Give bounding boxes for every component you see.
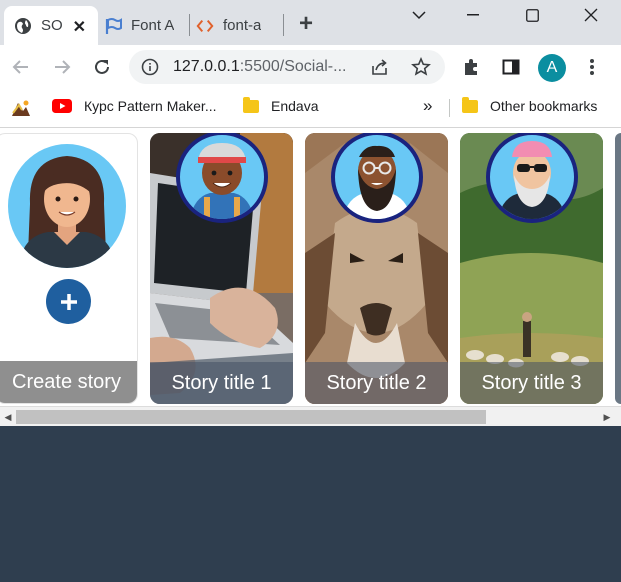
extensions-icon[interactable] (459, 55, 483, 79)
bookmark-star-icon[interactable] (411, 56, 431, 82)
flag-icon (104, 17, 122, 35)
tab-strip: SO ✕ Font A font-a + (0, 0, 621, 45)
story-title: Story title 1 (150, 362, 293, 404)
globe-icon (14, 17, 32, 35)
elder-man-avatar (486, 133, 578, 223)
back-arrow-icon[interactable] (9, 55, 33, 79)
apps-icon[interactable] (11, 99, 31, 122)
close-tab-icon[interactable]: ✕ (73, 17, 86, 37)
bookmarks-separator (449, 99, 450, 117)
url-text: 127.0.0.1:5500/Social-... (173, 58, 346, 76)
bookmark-label: Endava (271, 98, 319, 114)
url-path: :5500/Social-... (239, 58, 347, 75)
bearded-man-avatar (331, 133, 423, 223)
url-host: 127.0.0.1 (173, 58, 240, 75)
story-card[interactable]: Story title 1 (150, 133, 293, 404)
story-title: Story title 2 (305, 362, 448, 404)
tab-separator (283, 14, 284, 36)
bookmark-youtube[interactable]: Курс Pattern Maker... (52, 98, 217, 114)
side-panel-icon[interactable] (499, 55, 523, 79)
tab-font-awesome[interactable]: Font A (104, 6, 188, 45)
reload-icon[interactable] (90, 55, 114, 79)
bookmark-label: Other bookmarks (490, 98, 598, 114)
folder-icon (243, 96, 259, 113)
bookmark-endava[interactable]: Endava (243, 96, 319, 114)
tab-search-icon[interactable] (396, 0, 442, 30)
new-tab-button[interactable]: + (299, 10, 313, 38)
youtube-icon (52, 99, 72, 113)
story-title: Story title 3 (460, 362, 603, 404)
code-icon (196, 17, 214, 35)
story-card[interactable]: Story title 2 (305, 133, 448, 404)
scroll-left-icon[interactable]: ◀ (2, 411, 14, 423)
story-card[interactable]: Story title 3 (460, 133, 603, 404)
story-card-peek[interactable] (615, 133, 621, 404)
tab-font-code[interactable]: font-a (196, 6, 274, 45)
tab-separator (189, 14, 190, 36)
profile-avatar[interactable]: A (538, 54, 566, 82)
tab-label: Font A (131, 17, 175, 34)
address-bar[interactable]: 127.0.0.1:5500/Social-... (129, 50, 445, 84)
worker-avatar (176, 133, 268, 223)
maximize-icon[interactable] (509, 0, 555, 30)
menu-icon[interactable] (580, 55, 604, 79)
share-icon[interactable] (370, 58, 390, 81)
tab-label: font-a (223, 17, 262, 34)
create-story-label: Create story (0, 361, 137, 403)
other-bookmarks[interactable]: Other bookmarks (462, 96, 598, 114)
bookmark-label: Курс Pattern Maker... (84, 98, 217, 114)
scrollbar-thumb[interactable] (16, 410, 486, 424)
plus-icon (60, 293, 77, 310)
user-avatar (8, 144, 126, 268)
stories-strip: Create story Story title 1 Story title 2… (0, 127, 621, 426)
scroll-right-icon[interactable]: ▶ (601, 411, 613, 423)
tab-label: SO (41, 17, 63, 34)
folder-icon (462, 96, 478, 113)
horizontal-scrollbar[interactable]: ◀ ▶ (0, 406, 621, 426)
add-story-button[interactable] (46, 279, 91, 324)
bookmarks-bar: Курс Pattern Maker... Endava » Other boo… (0, 89, 621, 127)
close-window-icon[interactable] (568, 0, 614, 30)
page-content: Create story Story title 1 Story title 2… (0, 127, 621, 582)
minimize-icon[interactable] (450, 0, 496, 30)
tab-social[interactable]: SO ✕ (4, 6, 98, 45)
forward-arrow-icon[interactable] (50, 55, 74, 79)
create-story-card[interactable]: Create story (0, 133, 138, 404)
bookmarks-overflow-button[interactable]: » (423, 96, 432, 116)
info-icon[interactable] (141, 58, 159, 81)
browser-toolbar: 127.0.0.1:5500/Social-... A (0, 45, 621, 89)
